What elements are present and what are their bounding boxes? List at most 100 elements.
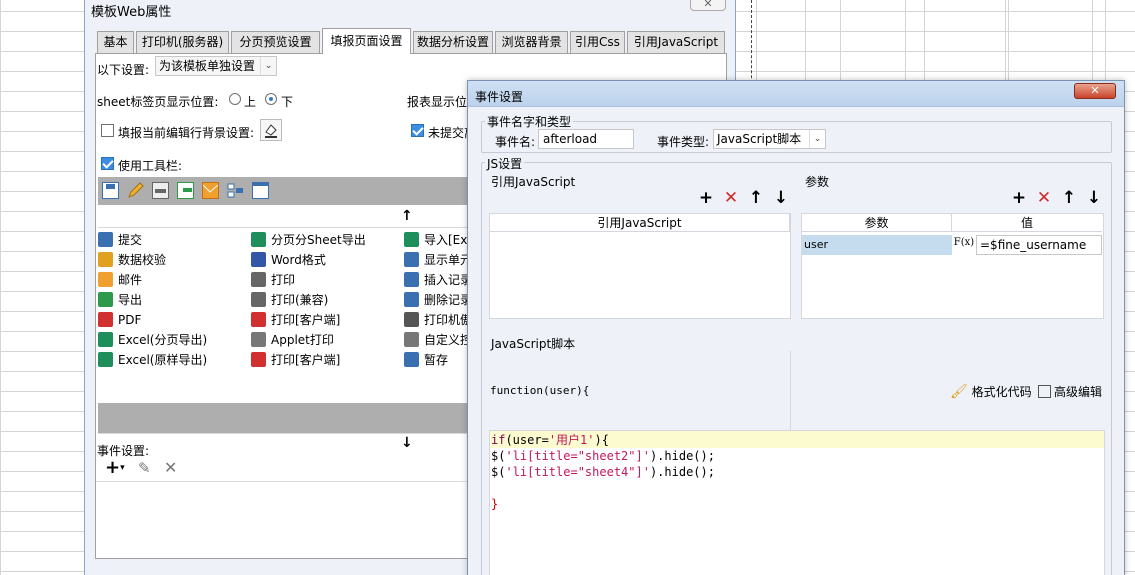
add-event-button[interactable]: +▾ xyxy=(105,457,125,478)
toolbar-list-item-label: 打印[客户端] xyxy=(271,313,341,327)
paint-bucket-button[interactable] xyxy=(260,119,282,141)
fill-bg-checkbox[interactable] xyxy=(101,124,114,137)
edit-icon xyxy=(1038,385,1051,398)
toolbar-list-item[interactable]: 打印 xyxy=(251,270,295,290)
fill-bg-label: 填报当前编辑行背景设置: xyxy=(118,126,255,140)
radio-bottom[interactable] xyxy=(265,93,277,105)
pencil-icon[interactable] xyxy=(127,182,144,199)
mail-icon xyxy=(98,272,113,287)
delete-event-button[interactable]: ✕ xyxy=(164,458,177,477)
toolbar-list-item-label: Applet打印 xyxy=(271,333,334,347)
excel-icon xyxy=(98,332,113,347)
tab-ref-css[interactable]: 引用Css xyxy=(570,31,625,53)
toolbar-list-item[interactable]: 暂存 xyxy=(404,350,448,370)
toolbar-list-item[interactable]: 自定义控 xyxy=(404,330,472,350)
format-code-label: 格式化代码 xyxy=(971,385,1032,399)
insert-row-icon xyxy=(404,272,419,287)
save-icon[interactable] xyxy=(102,182,119,199)
toolbar-list-item-label: 删除记录 xyxy=(424,293,473,307)
ref-js-delete-button[interactable]: ✕ xyxy=(723,190,739,207)
tab-data-analysis[interactable]: 数据分析设置 xyxy=(413,31,493,53)
event-type-select[interactable]: JavaScript脚本 ⌄ xyxy=(713,129,826,149)
toolbar-list-item[interactable]: 删除记录 xyxy=(404,290,472,310)
applet-print-icon xyxy=(251,332,266,347)
toolbar-list-item[interactable]: 导出 xyxy=(98,290,142,310)
excel-icon xyxy=(404,232,419,247)
pdf-print-icon xyxy=(251,352,266,367)
toolbar-list-item-label: 导入[Ex xyxy=(424,233,468,247)
tab-page-preview[interactable]: 分页预览设置 xyxy=(231,31,320,53)
print-icon xyxy=(251,272,266,287)
toolbar-list-item-label: 打印[客户端] xyxy=(271,353,341,367)
code-line-1: if(user='用户1'){ xyxy=(491,433,609,447)
toolbar-list-item[interactable]: Applet打印 xyxy=(251,330,334,350)
toolbar-list-item[interactable]: Excel(分页导出) xyxy=(98,330,207,350)
print-icon[interactable] xyxy=(152,182,169,199)
report-display-label: 报表显示位 xyxy=(407,95,468,109)
pdf-icon xyxy=(98,312,113,327)
mail-icon[interactable] xyxy=(202,182,219,199)
arrow-up-icon[interactable]: ↑ xyxy=(401,208,413,224)
tab-fill-page-settings[interactable]: 填报页面设置 xyxy=(322,28,411,54)
toolbar-list-item[interactable]: 导入[Ex xyxy=(404,230,467,250)
toolbar-list-item[interactable]: 插入记录 xyxy=(404,270,472,290)
insert-row-icon[interactable] xyxy=(227,182,244,199)
param-delete-button[interactable]: ✕ xyxy=(1036,190,1052,207)
caret-down-icon: ▾ xyxy=(120,463,125,473)
toolbar-list-item[interactable]: Word格式 xyxy=(251,250,326,270)
js-script-label: JavaScript脚本 xyxy=(491,337,576,351)
close-button[interactable]: ✕ xyxy=(690,0,726,11)
params-label: 参数 xyxy=(805,175,830,189)
settings-scope-select[interactable]: 为该模板单独设置 ⌄ xyxy=(155,56,277,76)
event-type-value: JavaScript脚本 xyxy=(717,132,802,146)
cell-icon[interactable] xyxy=(252,182,269,199)
cell-icon xyxy=(404,252,419,267)
edit-event-button[interactable]: ✎ xyxy=(138,459,151,477)
advanced-edit-button[interactable]: 高级编辑 xyxy=(1038,383,1102,400)
paint-bucket-icon xyxy=(265,124,277,138)
code-line-5: } xyxy=(491,497,499,511)
toolbar-list-item[interactable]: 数据校验 xyxy=(98,250,166,270)
toolbar-list-item[interactable]: PDF xyxy=(98,310,141,330)
toolbar-list-item-label: 分页分Sheet导出 xyxy=(271,233,366,247)
toolbar-list-item[interactable]: Excel(原样导出) xyxy=(98,350,207,370)
toolbar-list-item[interactable]: 显示单元 xyxy=(404,250,472,270)
toolbar-list-item[interactable]: 打印(兼容) xyxy=(251,290,328,310)
tab-ref-javascript[interactable]: 引用JavaScript xyxy=(627,31,725,53)
toolbar-list-item[interactable]: 分页分Sheet导出 xyxy=(251,230,366,250)
pdf-print-icon xyxy=(251,312,266,327)
event-name-input[interactable]: afterload xyxy=(538,129,634,149)
param-value-input[interactable]: =$fine_username xyxy=(976,235,1102,255)
export-icon[interactable] xyxy=(177,182,194,199)
code-line-3: $('li[title="sheet4"]').hide(); xyxy=(491,465,715,479)
tab-browser-background[interactable]: 浏览器背景 xyxy=(495,31,568,53)
param-name-cell[interactable]: user xyxy=(802,235,952,255)
format-code-button[interactable]: 🖌 格式化代码 xyxy=(950,383,1032,400)
unsubmitted-checkbox[interactable] xyxy=(411,124,424,137)
dialog-title: 模板Web属性 xyxy=(91,5,172,20)
toolbar-list-item[interactable]: 打印[客户端] xyxy=(251,310,340,330)
ref-js-down-button[interactable]: ↓ xyxy=(773,190,789,207)
param-down-button[interactable]: ↓ xyxy=(1086,190,1102,207)
param-add-button[interactable]: + xyxy=(1011,190,1027,207)
toolbar-list-item[interactable]: 邮件 xyxy=(98,270,142,290)
ref-js-up-button[interactable]: ↑ xyxy=(748,190,764,207)
excel-icon xyxy=(98,352,113,367)
toolbar-list-item-label: 自定义控 xyxy=(424,333,473,347)
formula-icon[interactable]: F(x) xyxy=(953,235,975,255)
ref-js-add-button[interactable]: + xyxy=(698,190,714,207)
tab-printer-server[interactable]: 打印机(服务器) xyxy=(136,31,229,53)
code-editor[interactable]: if(user='用户1'){ $('li[title="sheet2"]').… xyxy=(489,430,1105,575)
settings-scope-value: 为该模板单独设置 xyxy=(159,59,256,73)
delete-icon: ✕ xyxy=(164,458,178,477)
tab-basic[interactable]: 基本 xyxy=(97,31,134,53)
arrow-down-icon[interactable]: ↓ xyxy=(401,435,413,451)
toolbar-list-item[interactable]: 打印机傲 xyxy=(404,310,472,330)
toolbar-list-item[interactable]: 打印[客户端] xyxy=(251,350,340,370)
close-button[interactable]: ✕ xyxy=(1074,83,1116,99)
toolbar-list-item[interactable]: 提交 xyxy=(98,230,142,250)
param-up-button[interactable]: ↑ xyxy=(1061,190,1077,207)
radio-top[interactable] xyxy=(229,93,241,105)
use-toolbar-checkbox[interactable] xyxy=(101,157,114,170)
brush-icon: 🖌 xyxy=(950,384,968,400)
